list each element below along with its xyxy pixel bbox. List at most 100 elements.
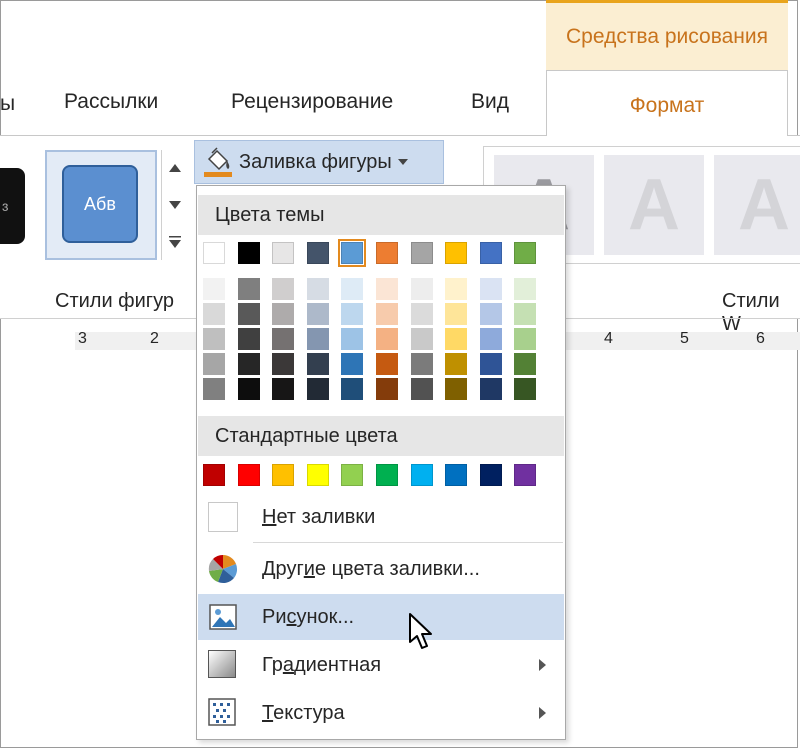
chevron-down-icon — [168, 201, 181, 209]
more-styles-button[interactable] — [162, 224, 187, 260]
tab-mailings[interactable]: Рассылки — [64, 90, 158, 114]
theme-shade-swatch[interactable] — [445, 328, 468, 350]
shape-style-black[interactable]: ɜ — [0, 168, 25, 244]
theme-shade-swatch[interactable] — [376, 303, 398, 325]
theme-color-swatch[interactable] — [445, 242, 468, 264]
ruler-number: 2 — [150, 330, 159, 347]
ruler-number: 4 — [604, 330, 613, 347]
standard-color-swatch[interactable] — [203, 464, 225, 486]
ruler-number: 3 — [78, 330, 87, 347]
theme-shade-swatch[interactable] — [514, 303, 537, 325]
theme-shade-swatch[interactable] — [306, 328, 329, 350]
standard-color-swatch[interactable] — [410, 464, 433, 486]
theme-shade-swatch[interactable] — [410, 303, 433, 325]
theme-shade-swatch[interactable] — [203, 353, 225, 375]
theme-shade-swatch[interactable] — [479, 328, 502, 350]
theme-shade-swatch[interactable] — [479, 278, 502, 300]
no-fill-label: Нет заливки — [262, 505, 376, 528]
gradient-fill-item[interactable]: Градиентная — [198, 642, 564, 688]
theme-shade-swatch[interactable] — [341, 328, 364, 350]
theme-shade-swatch[interactable] — [410, 328, 433, 350]
texture-fill-item[interactable]: Текстура — [198, 690, 564, 736]
ruler-number: 5 — [680, 330, 689, 347]
theme-shade-swatch[interactable] — [514, 278, 537, 300]
theme-shade-swatch[interactable] — [376, 378, 398, 400]
theme-shade-swatch[interactable] — [203, 378, 225, 400]
theme-color-swatch[interactable] — [306, 242, 329, 264]
shape-style-blue[interactable]: Абв — [62, 165, 138, 243]
theme-shade-swatch[interactable] — [306, 303, 329, 325]
theme-shade-swatch[interactable] — [514, 328, 537, 350]
theme-shade-swatch[interactable] — [376, 278, 398, 300]
scroll-down-button[interactable] — [162, 187, 187, 223]
standard-color-swatch[interactable] — [479, 464, 502, 486]
theme-color-swatch[interactable] — [514, 242, 537, 264]
theme-shade-swatch[interactable] — [514, 378, 537, 400]
standard-color-swatch[interactable] — [272, 464, 295, 486]
theme-colors-header: Цвета темы — [198, 195, 564, 235]
theme-shade-swatch[interactable] — [341, 353, 364, 375]
theme-shade-swatch[interactable] — [341, 378, 364, 400]
theme-shade-swatch[interactable] — [514, 353, 537, 375]
wordart-style-2[interactable]: A — [604, 155, 704, 255]
theme-shade-swatch[interactable] — [237, 328, 260, 350]
theme-shade-swatch[interactable] — [272, 278, 295, 300]
theme-shade-swatch[interactable] — [410, 278, 433, 300]
tab-view[interactable]: Вид — [471, 90, 509, 114]
theme-shade-swatch[interactable] — [306, 378, 329, 400]
standard-color-swatch[interactable] — [514, 464, 537, 486]
shape-styles-scroller — [161, 150, 187, 260]
theme-shade-swatch[interactable] — [445, 378, 468, 400]
tab-format[interactable]: Формат — [546, 70, 788, 136]
theme-shade-swatch[interactable] — [410, 378, 433, 400]
theme-shade-swatch[interactable] — [203, 328, 225, 350]
theme-color-swatch[interactable] — [203, 242, 225, 264]
expand-gallery-icon — [168, 236, 181, 248]
theme-shade-swatch[interactable] — [479, 353, 502, 375]
theme-shade-swatch[interactable] — [341, 303, 364, 325]
theme-shade-swatch[interactable] — [445, 303, 468, 325]
theme-shade-swatch[interactable] — [341, 278, 364, 300]
theme-shade-swatch[interactable] — [410, 353, 433, 375]
theme-color-swatch[interactable] — [376, 242, 398, 264]
theme-shade-swatch[interactable] — [272, 303, 295, 325]
scroll-up-button[interactable] — [162, 150, 187, 186]
no-fill-item[interactable]: Нет заливки — [198, 494, 564, 540]
theme-color-swatch[interactable] — [479, 242, 502, 264]
color-wheel-icon — [208, 554, 238, 584]
theme-shade-swatch[interactable] — [237, 378, 260, 400]
theme-shade-swatch[interactable] — [479, 303, 502, 325]
theme-color-swatch[interactable] — [410, 242, 433, 264]
theme-shade-swatch[interactable] — [479, 378, 502, 400]
standard-color-swatch[interactable] — [341, 464, 364, 486]
shape-fill-button[interactable]: Заливка фигуры — [194, 140, 444, 184]
picture-fill-item[interactable]: Рисунок... — [198, 594, 564, 640]
shape-style-black-text: ɜ — [2, 198, 9, 214]
theme-shade-swatch[interactable] — [237, 303, 260, 325]
tab-cut-off[interactable]: ы — [0, 92, 15, 116]
wordart-style-3[interactable]: A — [714, 155, 800, 255]
more-fill-colors-item[interactable]: Другие цвета заливки... — [198, 546, 564, 592]
theme-shade-swatch[interactable] — [237, 353, 260, 375]
standard-color-swatch[interactable] — [237, 464, 260, 486]
tab-review[interactable]: Рецензирование — [231, 90, 393, 114]
theme-color-swatch[interactable] — [272, 242, 295, 264]
theme-shade-swatch[interactable] — [445, 278, 468, 300]
theme-shade-swatch[interactable] — [237, 278, 260, 300]
theme-shade-swatch[interactable] — [203, 303, 225, 325]
theme-shade-swatch[interactable] — [272, 353, 295, 375]
theme-shade-swatch[interactable] — [376, 353, 398, 375]
theme-shade-swatch[interactable] — [272, 328, 295, 350]
theme-shade-swatch[interactable] — [306, 353, 329, 375]
standard-color-swatch[interactable] — [306, 464, 329, 486]
submenu-arrow-icon — [539, 707, 546, 719]
theme-shade-swatch[interactable] — [203, 278, 225, 300]
theme-shade-swatch[interactable] — [376, 328, 398, 350]
theme-color-swatch[interactable] — [237, 242, 260, 264]
theme-shade-swatch[interactable] — [445, 353, 468, 375]
standard-color-swatch[interactable] — [445, 464, 468, 486]
standard-color-swatch[interactable] — [376, 464, 398, 486]
theme-shade-swatch[interactable] — [272, 378, 295, 400]
theme-shade-swatch[interactable] — [306, 278, 329, 300]
selected-swatch-ring — [338, 239, 367, 267]
